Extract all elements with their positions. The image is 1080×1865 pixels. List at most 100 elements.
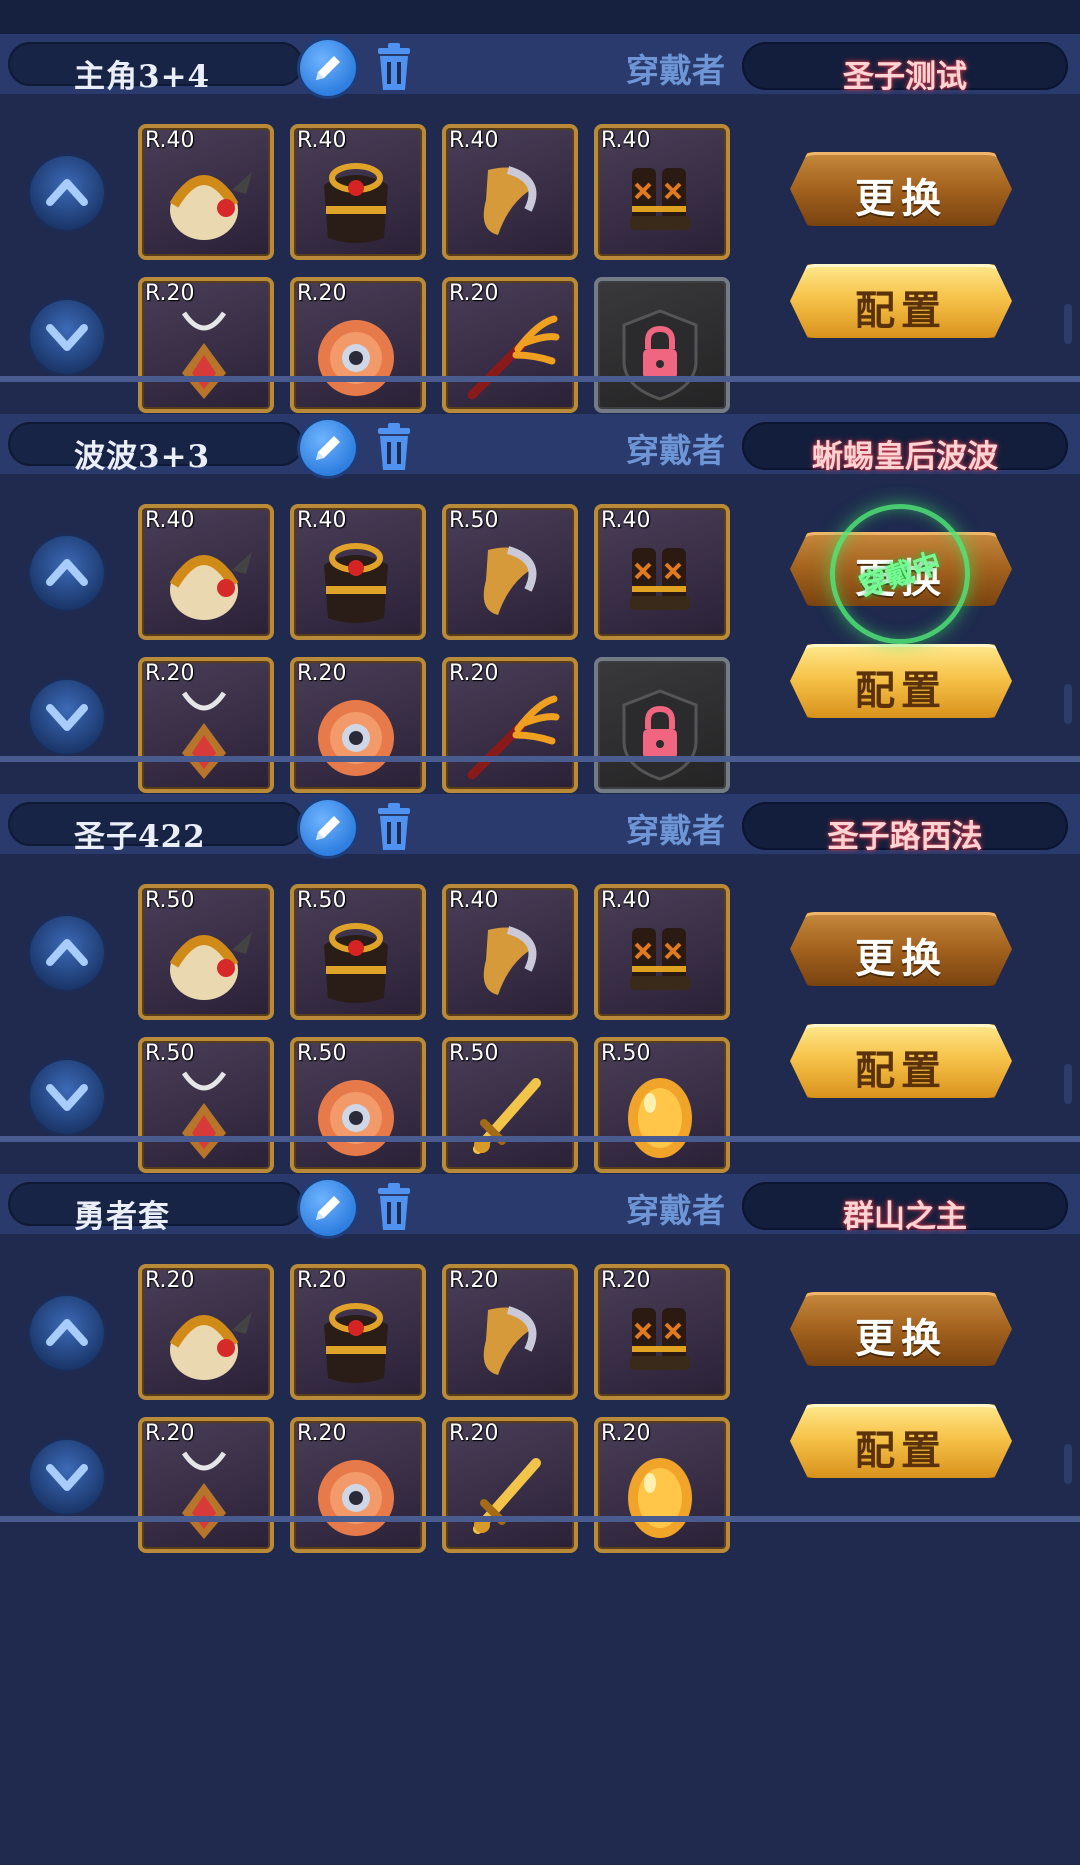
equipment-slot[interactable]: R.50 — [138, 884, 274, 1020]
rename-button[interactable] — [300, 40, 356, 96]
locked-slot[interactable] — [594, 657, 730, 793]
wearer-name: 群山之主 — [843, 1199, 967, 1235]
rename-button[interactable] — [300, 1180, 356, 1236]
chevron-down-icon — [46, 704, 88, 731]
necklace-icon — [181, 1071, 227, 1159]
wearer-label: 穿戴者 — [626, 51, 725, 90]
equipment-set: 勇者套 穿戴者 群山之主 更换 配置 R.20 R.20 R.20 R.20 R… — [0, 1174, 1080, 1624]
pencil-icon — [316, 56, 340, 80]
equipment-slot[interactable]: R.40 — [594, 884, 730, 1020]
chevron-down-icon — [46, 324, 88, 351]
equipment-slot[interactable]: R.40 — [138, 504, 274, 640]
delete-set-button[interactable] — [370, 422, 418, 474]
delete-set-button[interactable] — [370, 42, 418, 94]
chevron-up-icon — [46, 559, 88, 586]
rename-button[interactable] — [300, 800, 356, 856]
move-up-button[interactable] — [30, 536, 104, 610]
wearer-selector[interactable]: 圣子测试 — [742, 42, 1068, 95]
swap-button-label: 更换 — [855, 935, 947, 982]
wearer-selector[interactable]: 圣子路西法 — [742, 802, 1068, 855]
scroll-indicator — [1064, 1444, 1072, 1484]
delete-set-button[interactable] — [370, 1182, 418, 1234]
section-divider — [0, 1516, 1080, 1522]
equipment-slot[interactable]: R.20 — [594, 1264, 730, 1400]
equipment-slot[interactable]: R.20 — [138, 1417, 274, 1553]
equipment-slot[interactable]: R.50 — [442, 504, 578, 640]
lock-icon — [622, 689, 698, 781]
necklace-icon — [181, 1451, 227, 1539]
equipment-slot[interactable]: R.50 — [594, 1037, 730, 1173]
move-down-button[interactable] — [30, 1060, 104, 1134]
necklace-icon — [181, 311, 227, 399]
config-button[interactable]: 配置 — [790, 1404, 1012, 1478]
equipment-slot[interactable]: R.40 — [290, 124, 426, 260]
set-name: 勇者套 — [74, 1199, 170, 1235]
swap-button-label: 更换 — [855, 175, 947, 222]
config-button[interactable]: 配置 — [790, 644, 1012, 718]
equipment-slot[interactable]: R.20 — [442, 657, 578, 793]
set-name: 波波3+3 — [74, 439, 211, 475]
wearer-name: 圣子测试 — [843, 59, 967, 95]
equipment-slot[interactable]: R.20 — [442, 1417, 578, 1553]
wearer-selector[interactable]: 蜥蜴皇后波波 — [742, 422, 1068, 475]
trident-icon — [467, 315, 560, 400]
config-button[interactable]: 配置 — [790, 264, 1012, 338]
config-button-label: 配置 — [855, 1047, 947, 1094]
ring-icon — [318, 1460, 394, 1536]
equipment-slot[interactable]: R.20 — [290, 657, 426, 793]
top-bar — [0, 0, 1080, 37]
equipment-slot[interactable]: R.20 — [442, 1264, 578, 1400]
equipment-slot[interactable]: R.40 — [290, 504, 426, 640]
wearer-name: 蜥蜴皇后波波 — [812, 439, 998, 475]
equipment-slot[interactable]: R.20 — [442, 277, 578, 413]
ring-icon — [318, 320, 394, 396]
boots-icon — [630, 1308, 690, 1370]
chevron-up-icon — [46, 1319, 88, 1346]
equipment-slot[interactable]: R.50 — [138, 1037, 274, 1173]
move-down-button[interactable] — [30, 300, 104, 374]
equipment-slot[interactable]: R.20 — [138, 657, 274, 793]
equipment-slot[interactable]: R.40 — [594, 504, 730, 640]
armor-icon — [324, 1303, 388, 1383]
equipment-slot[interactable]: R.40 — [442, 884, 578, 1020]
set-name: 圣子422 — [74, 819, 206, 855]
move-up-button[interactable] — [30, 1296, 104, 1370]
equipment-slot[interactable]: R.40 — [138, 124, 274, 260]
helmet-icon — [169, 172, 252, 240]
equipment-slot[interactable]: R.20 — [138, 277, 274, 413]
chevron-up-icon — [46, 179, 88, 206]
section-divider — [0, 756, 1080, 762]
scroll-indicator — [1064, 304, 1072, 344]
sword-icon — [473, 1078, 541, 1154]
equipment-slot[interactable]: R.50 — [290, 1037, 426, 1173]
leg-guard-icon — [483, 546, 537, 615]
swap-button[interactable]: 更换 — [790, 1292, 1012, 1366]
section-divider — [0, 1136, 1080, 1142]
equipment-slot[interactable]: R.50 — [442, 1037, 578, 1173]
scroll-indicator — [1064, 684, 1072, 724]
move-down-button[interactable] — [30, 680, 104, 754]
config-button-label: 配置 — [855, 667, 947, 714]
swap-button[interactable]: 更换 — [790, 152, 1012, 226]
rename-button[interactable] — [300, 420, 356, 476]
move-up-button[interactable] — [30, 156, 104, 230]
equipment-slot[interactable]: R.20 — [594, 1417, 730, 1553]
wearer-label: 穿戴者 — [626, 431, 725, 470]
wearer-selector[interactable]: 群山之主 — [742, 1182, 1068, 1235]
swap-button[interactable]: 更换 — [790, 912, 1012, 986]
equipment-slot[interactable]: R.20 — [138, 1264, 274, 1400]
leg-guard-icon — [483, 926, 537, 995]
locked-slot[interactable] — [594, 277, 730, 413]
equipment-slot[interactable]: R.20 — [290, 277, 426, 413]
equipment-slot[interactable]: R.40 — [594, 124, 730, 260]
delete-set-button[interactable] — [370, 802, 418, 854]
equipment-slot[interactable]: R.20 — [290, 1264, 426, 1400]
move-down-button[interactable] — [30, 1440, 104, 1514]
equipment-slot[interactable]: R.40 — [442, 124, 578, 260]
trash-icon — [378, 1183, 410, 1230]
equipment-slot[interactable]: R.50 — [290, 884, 426, 1020]
move-up-button[interactable] — [30, 916, 104, 990]
chevron-down-icon — [46, 1464, 88, 1491]
equipment-slot[interactable]: R.20 — [290, 1417, 426, 1553]
config-button[interactable]: 配置 — [790, 1024, 1012, 1098]
